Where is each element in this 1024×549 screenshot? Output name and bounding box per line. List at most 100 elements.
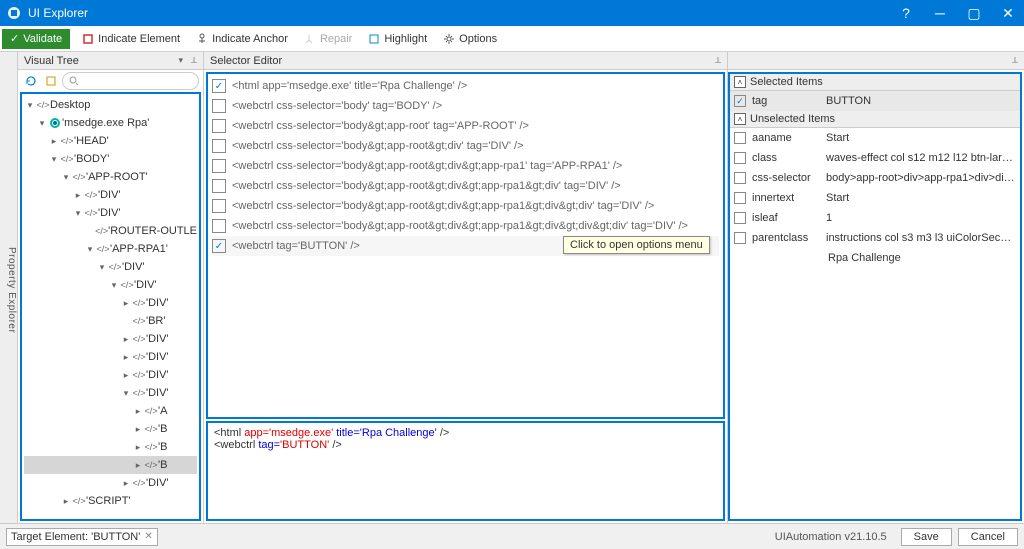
selector-checkbox[interactable]	[212, 239, 226, 253]
tree-row[interactable]: ▸</>'DIV'	[24, 294, 197, 312]
tree-row[interactable]: ▸</>'DIV'	[24, 474, 197, 492]
highlight-tree-icon[interactable]	[42, 72, 60, 90]
tree-row[interactable]: ▾</>'APP-ROOT'	[24, 168, 197, 186]
unselected-items-header[interactable]: ˄ Unselected Items	[730, 111, 1020, 128]
selected-items-header[interactable]: ˄ Selected Items	[730, 74, 1020, 91]
expand-icon[interactable]: ▸	[132, 442, 144, 453]
expand-icon[interactable]: ▸	[132, 406, 144, 417]
attribute-checkbox[interactable]	[734, 192, 746, 204]
expand-icon[interactable]: ▸	[120, 370, 132, 381]
tree-row[interactable]: ▸</>'HEAD'	[24, 132, 197, 150]
visual-tree[interactable]: ▾</>Desktop▾'msedge.exe Rpa'▸</>'HEAD'▾<…	[22, 94, 199, 512]
expand-icon[interactable]: ▾	[120, 388, 132, 399]
tree-row[interactable]: ▾</>'BODY'	[24, 150, 197, 168]
selector-checkbox[interactable]	[212, 179, 226, 193]
expand-icon[interactable]: ▸	[120, 352, 132, 363]
attribute-checkbox[interactable]	[734, 95, 746, 107]
expand-icon[interactable]: ▸	[132, 424, 144, 435]
tree-row[interactable]: ▸</>'A	[24, 402, 197, 420]
tree-row[interactable]: ▾</>'DIV'	[24, 276, 197, 294]
expand-icon[interactable]: ▸	[60, 496, 72, 507]
selector-row[interactable]: <webctrl css-selector='body&gt;app-root&…	[212, 196, 719, 216]
expand-icon[interactable]: ▾	[60, 172, 72, 183]
selector-row[interactable]: <webctrl css-selector='body&gt;app-root&…	[212, 216, 719, 236]
options-button[interactable]: Options	[435, 26, 505, 52]
attribute-row[interactable]: parentclassinstructions col s3 m3 l3 uiC…	[730, 228, 1020, 248]
tree-row[interactable]: ▾</>Desktop	[24, 96, 197, 114]
expand-icon[interactable]: ▾	[108, 280, 120, 291]
validate-button[interactable]: ✓ Validate	[2, 29, 70, 49]
tree-row[interactable]: ▸</>'DIV'	[24, 348, 197, 366]
selector-checkbox[interactable]	[212, 159, 226, 173]
attribute-checkbox[interactable]	[734, 132, 746, 144]
expand-icon[interactable]: ▾	[48, 154, 60, 165]
selector-checkbox[interactable]	[212, 79, 226, 93]
cancel-button[interactable]: Cancel	[958, 528, 1018, 546]
selector-checkbox[interactable]	[212, 99, 226, 113]
attribute-row[interactable]: tagBUTTON	[730, 91, 1020, 111]
tree-row[interactable]: </>'ROUTER-OUTLE	[24, 222, 197, 240]
dropdown-icon[interactable]: ▾	[178, 55, 183, 66]
selector-checkbox[interactable]	[212, 199, 226, 213]
property-explorer-tab[interactable]: Property Explorer	[0, 52, 18, 523]
tree-row[interactable]: ▸</>'DIV'	[24, 366, 197, 384]
tree-search-input[interactable]	[62, 72, 199, 90]
attribute-checkbox[interactable]	[734, 212, 746, 224]
expand-icon[interactable]: ▾	[84, 244, 96, 255]
pin-icon[interactable]: ⟂	[1012, 55, 1018, 66]
tree-row[interactable]: ▾</>'DIV'	[24, 258, 197, 276]
indicate-element-button[interactable]: Indicate Element	[74, 26, 188, 52]
tree-row[interactable]: ▸</>'DIV'	[24, 186, 197, 204]
tree-row[interactable]: ▸</>'B	[24, 420, 197, 438]
tree-row[interactable]: ▸</>'DIV'	[24, 330, 197, 348]
selector-checkbox[interactable]	[212, 219, 226, 233]
expand-icon[interactable]: ▸	[120, 478, 132, 489]
tree-row[interactable]: ▾</>'APP-RPA1'	[24, 240, 197, 258]
target-element-chip[interactable]: Target Element: 'BUTTON' ✕	[6, 528, 158, 546]
selector-row[interactable]: <webctrl css-selector='body&gt;app-root&…	[212, 176, 719, 196]
expand-icon[interactable]: ▸	[120, 334, 132, 345]
refresh-icon[interactable]	[22, 72, 40, 90]
tree-row[interactable]: ▸</>'B	[24, 438, 197, 456]
expand-icon[interactable]: ▾	[72, 208, 84, 219]
attribute-row[interactable]: css-selectorbody>app-root>div>app-rpa1>d…	[730, 168, 1020, 188]
attribute-checkbox[interactable]	[734, 152, 746, 164]
indicate-anchor-button[interactable]: Indicate Anchor	[188, 26, 296, 52]
attribute-row[interactable]: aanameStart	[730, 128, 1020, 148]
attribute-row[interactable]: isleaf1	[730, 208, 1020, 228]
help-icon[interactable]: ?	[896, 3, 916, 23]
tree-row[interactable]: </>'BR'	[24, 312, 197, 330]
pin-icon[interactable]: ⟂	[715, 55, 721, 66]
selector-row[interactable]: <webctrl css-selector='body&gt;app-root&…	[212, 156, 719, 176]
selector-preview[interactable]: <html app='msedge.exe' title='Rpa Challe…	[206, 421, 725, 521]
maximize-icon[interactable]: ▢	[964, 3, 984, 23]
pin-icon[interactable]: ⟂	[191, 55, 197, 66]
expand-icon[interactable]: ▸	[132, 460, 144, 471]
selector-checkbox[interactable]	[212, 119, 226, 133]
minimize-icon[interactable]: ─	[930, 3, 950, 23]
expand-icon[interactable]: ▸	[120, 298, 132, 309]
save-button[interactable]: Save	[901, 528, 952, 546]
attribute-checkbox[interactable]	[734, 232, 746, 244]
selector-row[interactable]: <webctrl css-selector='body' tag='BODY' …	[212, 96, 719, 116]
selector-row[interactable]: <webctrl css-selector='body&gt;app-root&…	[212, 136, 719, 156]
expand-icon[interactable]: ▾	[36, 118, 48, 129]
expand-icon[interactable]: ▸	[72, 190, 84, 201]
selector-checkbox[interactable]	[212, 139, 226, 153]
highlight-button[interactable]: Highlight	[360, 26, 435, 52]
attribute-row[interactable]: innertextStart	[730, 188, 1020, 208]
expand-icon[interactable]: ▾	[96, 262, 108, 273]
tree-row[interactable]: ▾'msedge.exe Rpa'	[24, 114, 197, 132]
expand-icon[interactable]: ▾	[24, 100, 36, 111]
attribute-row[interactable]: classwaves-effect col s12 m12 l12 btn-la…	[730, 148, 1020, 168]
tree-row[interactable]: ▾</>'DIV'	[24, 384, 197, 402]
tree-row[interactable]: ▸</>'SCRIPT'	[24, 492, 197, 510]
expand-icon[interactable]: ▸	[48, 136, 60, 147]
selector-row[interactable]: <webctrl css-selector='body&gt;app-root'…	[212, 116, 719, 136]
attribute-checkbox[interactable]	[734, 172, 746, 184]
close-icon[interactable]: ✕	[144, 531, 152, 542]
selector-row[interactable]: <html app='msedge.exe' title='Rpa Challe…	[212, 76, 719, 96]
close-icon[interactable]: ✕	[998, 3, 1018, 23]
tree-row[interactable]: ▾</>'DIV'	[24, 204, 197, 222]
tree-row[interactable]: ▸</>'B	[24, 456, 197, 474]
